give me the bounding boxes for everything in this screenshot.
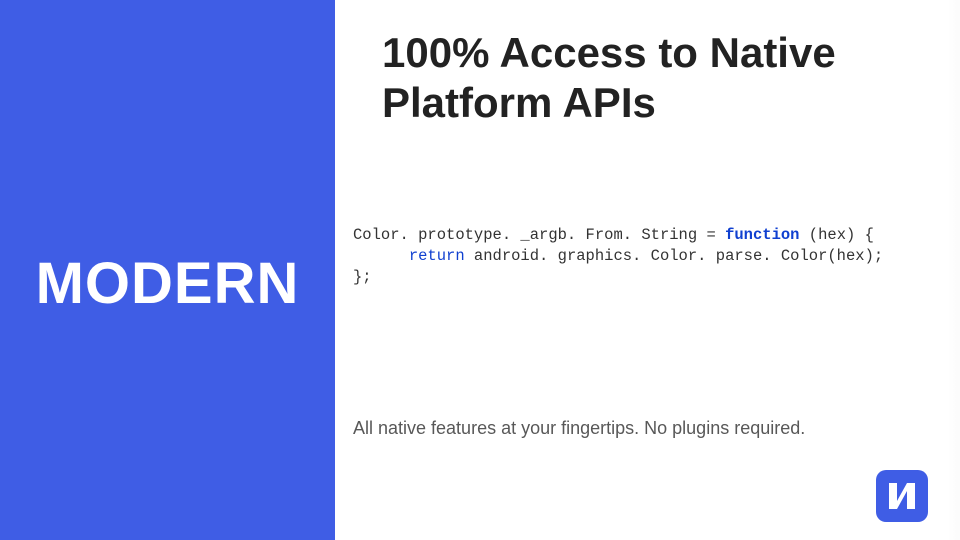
code-text: (hex) { xyxy=(799,226,873,244)
code-text: android. graphics. Color. parse. Color(h… xyxy=(465,247,884,265)
slide-title: 100% Access to Native Platform APIs xyxy=(382,28,922,127)
code-keyword-function: function xyxy=(725,226,799,244)
code-snippet: Color. prototype. _argb. From. String = … xyxy=(353,225,933,288)
sidebar-panel: MODERN xyxy=(0,0,335,540)
code-indent xyxy=(353,247,409,265)
sidebar-label: MODERN xyxy=(0,250,335,317)
code-keyword-return: return xyxy=(409,247,465,265)
decorative-edge xyxy=(948,0,960,540)
slide: MODERN 100% Access to Native Platform AP… xyxy=(0,0,960,540)
code-text: }; xyxy=(353,268,372,286)
nativescript-logo-icon xyxy=(876,470,928,522)
code-text: Color. prototype. _argb. From. String = xyxy=(353,226,725,244)
body-text: All native features at your fingertips. … xyxy=(353,418,943,439)
